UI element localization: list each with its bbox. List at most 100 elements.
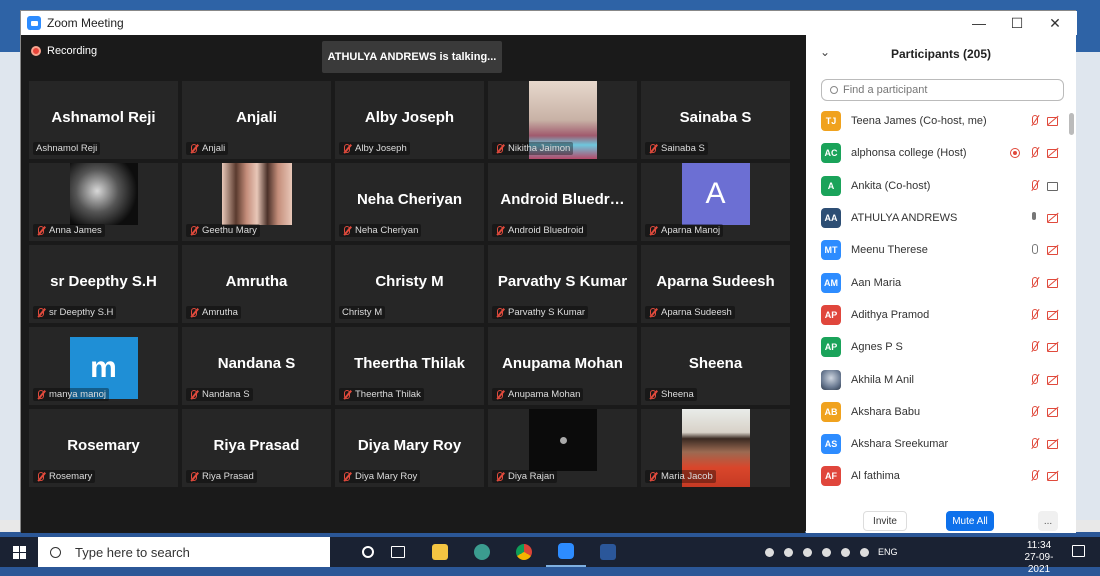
video-tile[interactable]: Theertha Thilak Theertha Thilak (335, 327, 484, 405)
video-tile[interactable]: Alby Joseph Alby Joseph (335, 81, 484, 159)
mic-muted-icon[interactable] (1028, 147, 1042, 159)
notification-icon[interactable] (1072, 545, 1085, 557)
participant-search[interactable] (821, 79, 1064, 101)
video-tile[interactable]: sr Deepthy S.H sr Deepthy S.H (29, 245, 178, 323)
video-off-icon[interactable] (1046, 115, 1060, 127)
video-tile[interactable]: A Aparna Manoj (641, 163, 790, 241)
onedrive-icon[interactable] (860, 547, 869, 557)
participant-list: TJ Teena James (Co-host, me) AC alphonsa co… (806, 105, 1068, 493)
maximize-button[interactable]: ☐ (999, 11, 1035, 35)
language-indicator[interactable]: ENG (878, 547, 898, 557)
participant-row[interactable]: A Ankita (Co-host) (806, 170, 1068, 202)
video-tile[interactable]: Sainaba S Sainaba S (641, 81, 790, 159)
volume-icon[interactable] (841, 547, 850, 557)
mic-muted-icon[interactable] (1028, 308, 1042, 321)
mic-muted-icon[interactable] (1028, 405, 1042, 418)
mic-muted-icon[interactable] (1028, 470, 1042, 482)
tray-icon[interactable] (784, 547, 793, 557)
video-tile[interactable]: Anupama Mohan Anupama Mohan (488, 327, 637, 405)
video-tile[interactable]: Android Bluedr… Android Bluedroid (488, 163, 637, 241)
chrome-icon[interactable] (504, 537, 544, 567)
video-off-icon[interactable] (1046, 341, 1060, 353)
mic-muted-icon (495, 307, 504, 318)
video-tile[interactable]: Nikitha Jaimon (488, 81, 637, 159)
mic-muted-icon[interactable] (1028, 373, 1042, 386)
video-off-icon[interactable] (1046, 309, 1060, 321)
tile-name-text: Neha Cheriyan (355, 225, 419, 236)
participant-row[interactable]: TJ Teena James (Co-host, me) (806, 105, 1068, 137)
participant-row[interactable]: MT Meenu Therese (806, 234, 1068, 266)
video-tile[interactable]: Diya Rajan (488, 409, 637, 487)
mic-muted-icon[interactable] (1028, 276, 1042, 289)
file-explorer-icon[interactable] (420, 537, 460, 567)
video-off-icon[interactable] (1046, 147, 1060, 159)
minimize-button[interactable]: — (961, 11, 997, 35)
video-tile[interactable]: Anna James (29, 163, 178, 241)
video-tile[interactable]: Nandana S Nandana S (182, 327, 331, 405)
video-off-icon[interactable] (1046, 406, 1060, 418)
video-tile[interactable]: Neha Cheriyan Neha Cheriyan (335, 163, 484, 241)
tile-name-label: Nandana S (186, 388, 253, 401)
video-tile[interactable]: Geethu Mary (182, 163, 331, 241)
mic-muted-icon[interactable] (1028, 341, 1042, 353)
participant-row[interactable]: AB Akshara Babu (806, 396, 1068, 428)
mute-all-button[interactable]: Mute All (946, 511, 994, 531)
participant-row[interactable]: AF Al fathima (806, 460, 1068, 492)
video-tile[interactable]: Aparna Sudeesh Aparna Sudeesh (641, 245, 790, 323)
mic-muted-icon (36, 471, 45, 482)
video-tile[interactable]: Ashnamol Reji Ashnamol Reji (29, 81, 178, 159)
participant-row[interactable]: AS Akshara Sreekumar (806, 428, 1068, 460)
participant-row[interactable]: AP Agnes P S (806, 331, 1068, 363)
participant-row[interactable]: AP Adithya Pramod (806, 299, 1068, 331)
search-icon (50, 546, 61, 558)
network-icon[interactable] (803, 547, 812, 557)
participant-name: Teena James (Co-host, me) (851, 115, 987, 128)
mic-icon[interactable] (1028, 244, 1042, 256)
video-off-icon[interactable] (1046, 374, 1060, 386)
tile-name-text: Anjali (202, 143, 226, 154)
video-tile[interactable]: Diya Mary Roy Diya Mary Roy (335, 409, 484, 487)
close-button[interactable]: ✕ (1037, 11, 1073, 35)
video-icon[interactable] (1046, 180, 1060, 192)
word-icon[interactable] (588, 537, 628, 567)
participant-name: Al fathima (851, 470, 900, 483)
video-tile[interactable]: Riya Prasad Riya Prasad (182, 409, 331, 487)
video-off-icon[interactable] (1046, 277, 1060, 289)
task-view-icon[interactable] (378, 537, 418, 567)
participant-search-input[interactable] (843, 84, 1043, 96)
mic-muted-icon[interactable] (1028, 179, 1042, 192)
video-off-icon[interactable] (1046, 212, 1060, 224)
participant-row[interactable]: AC alphonsa college (Host) (806, 137, 1068, 169)
video-tile[interactable]: Maria Jacob (641, 409, 790, 487)
start-button[interactable] (0, 537, 38, 567)
mic-muted-icon (648, 225, 657, 236)
mic-muted-icon[interactable] (1028, 438, 1042, 450)
tile-name-label: Android Bluedroid (492, 224, 587, 237)
participant-status-icons (1022, 308, 1060, 321)
participant-row[interactable]: Akhila M Anil (806, 363, 1068, 395)
participant-list-scrollbar[interactable] (1069, 113, 1074, 135)
participant-status-icons (1022, 373, 1060, 386)
invite-button[interactable]: Invite (863, 511, 907, 531)
taskbar-search[interactable]: Type here to search (38, 537, 330, 567)
mic-muted-icon[interactable] (1028, 115, 1042, 127)
edge-icon[interactable] (462, 537, 502, 567)
more-options-button[interactable]: ... (1038, 511, 1058, 531)
video-tile[interactable]: Parvathy S Kumar Parvathy S Kumar (488, 245, 637, 323)
video-off-icon[interactable] (1046, 470, 1060, 482)
participant-row[interactable]: AA ATHULYA ANDREWS (806, 202, 1068, 234)
video-tile[interactable]: Sheena Sheena (641, 327, 790, 405)
video-tile[interactable]: m manya manoj (29, 327, 178, 405)
mic-icon[interactable] (1028, 212, 1042, 224)
video-tile[interactable]: Rosemary Rosemary (29, 409, 178, 487)
video-off-icon[interactable] (1046, 438, 1060, 450)
tray-icon[interactable] (765, 547, 774, 557)
video-off-icon[interactable] (1046, 244, 1060, 256)
taskbar-clock[interactable]: 11:34 27-09-2021 (1015, 540, 1063, 576)
battery-icon[interactable] (822, 547, 831, 557)
video-tile[interactable]: Christy M Christy M (335, 245, 484, 323)
participant-row[interactable]: AM Aan Maria (806, 266, 1068, 298)
video-tile[interactable]: Anjali Anjali (182, 81, 331, 159)
zoom-taskbar-icon[interactable] (546, 537, 586, 567)
video-tile[interactable]: Amrutha Amrutha (182, 245, 331, 323)
